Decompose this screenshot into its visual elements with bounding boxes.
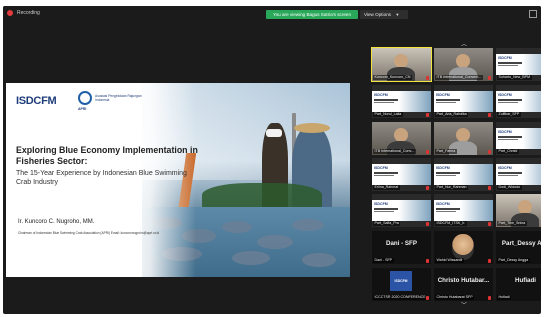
conference-logo: ISDCFM <box>390 271 412 291</box>
participant-tile[interactable]: ISDCFM Suharto_New_BPM <box>496 48 541 81</box>
participant-tile[interactable]: ISDCFM Part_Nur_Rahman <box>434 158 493 191</box>
isdcfm-logo: ISDCFM <box>16 95 57 107</box>
mic-muted-icon <box>488 186 491 190</box>
participant-name-label: Part_Nurul_Laila <box>373 112 403 117</box>
mic-muted-icon <box>426 186 429 190</box>
recording-label: Recording <box>17 10 40 16</box>
participant-name-label: Kuncoro_Kuncoro_CN <box>373 75 412 80</box>
mic-muted-icon <box>488 113 491 117</box>
mini-slide-logo: ISDCFM <box>436 202 450 206</box>
participant-tile[interactable]: Part_Tine_Snina <box>496 194 541 227</box>
participant-name-label: Dodi_Widodo <box>497 185 522 190</box>
participant-head <box>518 200 532 214</box>
zoom-meeting-window: Recording You are viewing Bagus Satria's… <box>3 6 541 314</box>
mic-muted-icon <box>426 113 429 117</box>
participant-face <box>452 234 474 260</box>
participant-head <box>456 128 470 142</box>
apri-logo: Asosiasi Pengelolaan Rajungan Indonesia <box>78 91 143 105</box>
participant-tile[interactable]: ITB International_Convent... <box>434 48 493 81</box>
mini-slide-logo: ISDCFM <box>436 93 450 97</box>
participant-tile[interactable]: ISDCFM Erlina_Rahmat <box>372 158 431 191</box>
viewing-screen-banner: You are viewing Bagus Satria's screen <box>266 10 358 19</box>
participant-name-label: Part_Fatma <box>435 149 457 154</box>
participant-head <box>456 54 470 68</box>
mic-muted-icon <box>426 222 429 226</box>
record-dot-icon <box>7 10 13 16</box>
participant-name-label: Part_Tine_Snina <box>497 221 527 226</box>
participant-display-name: Hufiadi <box>515 277 536 284</box>
participant-name-label: Hufiadi <box>497 295 512 300</box>
participant-tile[interactable]: Wahid Wissandi <box>434 231 493 264</box>
participant-name-label: Wahid Wissandi <box>435 258 464 263</box>
participant-display-name: Dani - SFP <box>386 240 417 247</box>
participant-tile[interactable]: Kuncoro_Kuncoro_CN <box>371 47 432 82</box>
participant-name-label: ICCCTSR 2020 CONFERENCE <box>373 295 428 300</box>
participant-tile[interactable]: ISDCFM Part_Christi <box>496 122 541 155</box>
participant-name-label: Part_Salfa_Pra <box>373 221 401 226</box>
view-options-button[interactable]: View Options ▾ <box>360 10 408 19</box>
mic-muted-icon <box>426 296 429 300</box>
mini-slide-logo: ISDCFM <box>374 166 388 170</box>
mini-slide-logo: ISDCFM <box>498 166 512 170</box>
mic-muted-icon <box>488 296 491 300</box>
participant-tile[interactable]: Hufiadi Hufiadi <box>496 268 541 301</box>
slide-title: Exploring Blue Economy Implementation in… <box>16 145 198 166</box>
participant-name-label: ITB International_Convent... <box>435 75 483 80</box>
participant-name-label: Suharto_New_BPM <box>497 75 532 80</box>
participant-name-label: Part_Dessy Angga <box>497 258 530 263</box>
participant-tile[interactable]: ISDCFM Part_Salfa_Pra <box>372 194 431 227</box>
mini-slide-logo: ISDCFM <box>374 202 388 206</box>
participant-display-name: Part_Dessy Ang <box>501 240 541 247</box>
mic-muted-icon <box>426 259 429 263</box>
meeting-top-bar: Recording You are viewing Bagus Satria's… <box>3 6 541 23</box>
shared-screen-slide: ISDCFM Asosiasi Pengelolaan Rajungan Ind… <box>6 83 350 277</box>
participant-tile[interactable]: ISDCFM Part_Nurul_Laila <box>372 85 431 118</box>
participant-name-label: Zulfikar_SFP <box>497 112 521 117</box>
mini-slide-logo: ISDCFM <box>436 166 450 170</box>
mic-muted-icon <box>488 222 491 226</box>
participant-name-label: Erlina_Rahmat <box>373 185 400 190</box>
gallery-scroll-down[interactable]: ﹀ <box>460 303 468 309</box>
participant-name-label: Part_Christi <box>497 149 519 154</box>
apri-logo-short: APRI <box>78 107 87 111</box>
participant-name-label: Part_Nur_Rahman <box>435 185 468 190</box>
participant-tile[interactable]: Dani - SFP Dani - SFP <box>372 231 431 264</box>
view-options-label: View Options <box>364 12 391 17</box>
mic-muted-icon <box>488 259 491 263</box>
participant-name-label: ITB International_Conv... <box>373 149 416 154</box>
participant-head <box>394 54 408 68</box>
recording-indicator[interactable]: Recording <box>7 10 40 16</box>
mini-slide-logo: ISDCFM <box>498 93 512 97</box>
participant-display-name: Christo Hutabar... <box>437 277 490 284</box>
participant-tile[interactable]: Part_Fatma <box>434 122 493 155</box>
participant-tile[interactable]: Part_Dessy Ang Part_Dessy Angga <box>496 231 541 264</box>
apri-logo-text: Asosiasi Pengelolaan Rajungan Indonesia <box>95 94 142 102</box>
mini-slide-logo: ISDCFM <box>374 93 388 97</box>
participant-name-label: Christo Hutabarat SFP <box>435 295 475 300</box>
participant-tile[interactable]: ITB International_Conv... <box>372 122 431 155</box>
presenter-name: Ir. Kuncoro C. Nugroho, MM. <box>18 219 95 225</box>
chevron-down-icon: ▾ <box>396 12 399 17</box>
presenter-role: Chairman of Indonesian Blue Swimming Cra… <box>18 231 160 235</box>
participant-tile[interactable]: ISDCFM ISDCFM_ITSK_Ir. <box>434 194 493 227</box>
mic-muted-icon <box>426 76 429 80</box>
fullscreen-icon[interactable] <box>529 10 537 18</box>
participant-tile[interactable]: ISDCFM Dodi_Widodo <box>496 158 541 191</box>
participant-tile[interactable]: Christo Hutabar... Christo Hutabarat SFP <box>434 268 493 301</box>
mic-muted-icon <box>488 76 491 80</box>
apri-emblem-icon <box>78 91 92 105</box>
participant-head <box>394 128 408 142</box>
slide-subtitle: The 15-Year Experience by Indonesian Blu… <box>16 170 187 186</box>
participant-name-label: Dani - SFP <box>373 258 394 263</box>
mic-muted-icon <box>426 150 429 154</box>
mini-slide-logo: ISDCFM <box>498 130 512 134</box>
participant-name-label: Part_Aria_Rahdika <box>435 112 469 117</box>
mini-slide-logo: ISDCFM <box>498 56 512 60</box>
participant-tile[interactable]: ISDCFM ICCCTSR 2020 CONFERENCE <box>372 268 431 301</box>
mic-muted-icon <box>488 150 491 154</box>
participant-tile[interactable]: ISDCFM Part_Aria_Rahdika <box>434 85 493 118</box>
participant-name-label: ISDCFM_ITSK_Ir. <box>435 221 467 226</box>
participant-tile[interactable]: ISDCFM Zulfikar_SFP <box>496 85 541 118</box>
